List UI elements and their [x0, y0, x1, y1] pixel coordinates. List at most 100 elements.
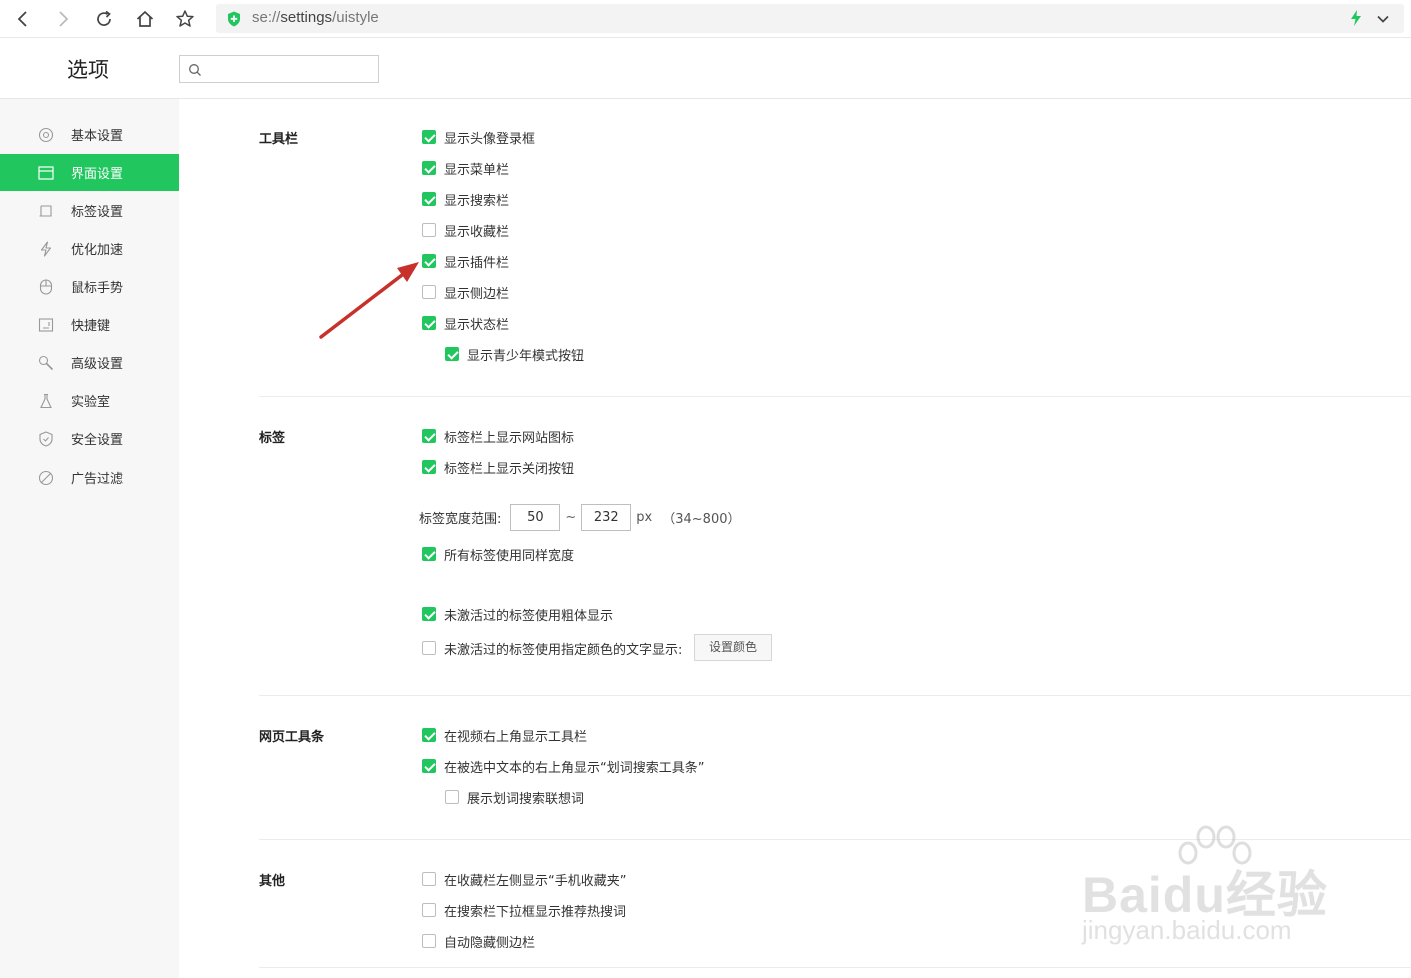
option-video-toolbar[interactable]: 在视频右上角显示工具栏 [422, 726, 588, 745]
checkbox[interactable] [422, 130, 436, 144]
checkbox[interactable] [422, 641, 436, 655]
browser-toolbar: se://settings/uistyle [0, 0, 1411, 38]
sidebar-item-label: 高级设置 [71, 357, 124, 372]
option-mobile-favorites[interactable]: 在收藏栏左侧显示“手机收藏夹” [422, 870, 627, 889]
option-tab-show-favicon[interactable]: 标签栏上显示网站图标 [422, 427, 575, 446]
option-hot-search-suggestions[interactable]: 在搜索栏下拉框显示推荐热搜词 [422, 901, 626, 920]
sidebar-item-label: 实验室 [71, 395, 111, 410]
search-input[interactable] [206, 59, 374, 79]
sidebar-item-shortcuts[interactable]: 快捷键 [0, 306, 179, 343]
option-auto-hide-sidebar[interactable]: 自动隐藏侧边栏 [422, 932, 536, 951]
option-label: 展示划词搜索联想词 [467, 791, 585, 807]
section-divider [259, 967, 1411, 968]
settings-sidebar: 基本设置 界面设置 标签设置 优化加速 鼠标手势 快捷键 高级设置 实验室 安全… [0, 99, 179, 978]
forward-icon [59, 11, 69, 27]
checkbox[interactable] [422, 872, 436, 886]
option-tab-inactive-bold[interactable]: 未激活过的标签使用粗体显示 [422, 605, 613, 624]
checkbox[interactable] [422, 903, 436, 917]
speed-bolt-icon[interactable] [1350, 10, 1362, 30]
back-button[interactable] [9, 5, 37, 33]
checkbox[interactable] [422, 547, 436, 561]
checkbox[interactable] [422, 607, 436, 621]
url-text: se://settings/uistyle [252, 9, 379, 26]
option-show-sidebar[interactable]: 显示侧边栏 [422, 283, 510, 302]
option-show-teen-mode-button[interactable]: 显示青少年模式按钮 [445, 345, 584, 364]
checkbox[interactable] [422, 728, 436, 742]
bookmark-star-button[interactable] [171, 5, 199, 33]
gear-icon [38, 127, 54, 143]
sidebar-item-tabs[interactable]: 标签设置 [0, 192, 179, 229]
sidebar-item-mouse[interactable]: 鼠标手势 [0, 268, 179, 305]
home-icon [136, 10, 154, 27]
option-show-favorites-bar[interactable]: 显示收藏栏 [422, 221, 509, 240]
wrench-icon [38, 355, 54, 371]
option-label: 显示插件栏 [444, 255, 510, 271]
section-divider [259, 839, 1411, 840]
option-label: 所有标签使用同样宽度 [444, 548, 575, 564]
option-label: 显示侧边栏 [444, 286, 510, 302]
option-label: 标签栏上显示网站图标 [444, 430, 575, 446]
option-selection-search-toolbar[interactable]: 在被选中文本的右上角显示“划词搜索工具条” [422, 757, 704, 776]
tab-width-min-input[interactable]: 50 [510, 503, 561, 531]
option-label: 未激活过的标签使用指定颜色的文字显示: [444, 642, 683, 658]
option-label: 显示搜索栏 [444, 193, 510, 209]
sidebar-item-label: 基本设置 [71, 129, 124, 144]
tab-width-range-row: 标签宽度范围: 50 ~ 232 px （34~800） [419, 503, 741, 531]
sidebar-item-basic[interactable]: 基本设置 [0, 116, 179, 153]
sidebar-item-security[interactable]: 安全设置 [0, 420, 179, 457]
checkbox[interactable] [422, 934, 436, 948]
home-button[interactable] [131, 5, 159, 33]
section-title-webbar: 网页工具条 [259, 730, 325, 745]
option-show-plugin-bar[interactable]: 显示插件栏 [422, 252, 510, 271]
set-color-button[interactable]: 设置颜色 [694, 634, 772, 661]
sidebar-item-label: 界面设置 [71, 167, 124, 182]
sidebar-item-ui[interactable]: 界面设置 [0, 154, 179, 191]
mouse-icon [39, 279, 53, 295]
checkbox[interactable] [422, 161, 436, 175]
option-label: 标签栏上显示关闭按钮 [444, 461, 575, 477]
option-show-searchbar[interactable]: 显示搜索栏 [422, 190, 510, 209]
tab-width-unit: px [636, 509, 653, 525]
forward-button[interactable] [49, 5, 77, 33]
chevron-down-icon[interactable] [1376, 11, 1390, 30]
option-tab-show-close[interactable]: 标签栏上显示关闭按钮 [422, 458, 575, 477]
option-tab-inactive-color[interactable]: 未激活过的标签使用指定颜色的文字显示: [422, 639, 683, 658]
option-label: 在收藏栏左侧显示“手机收藏夹” [444, 873, 627, 889]
section-divider [259, 695, 1411, 696]
checkbox[interactable] [422, 759, 436, 773]
tab-icon [39, 205, 52, 217]
tab-width-max-input[interactable]: 232 [581, 503, 632, 531]
checkbox[interactable] [422, 429, 436, 443]
section-title-tabs: 标签 [259, 431, 286, 446]
address-bar[interactable]: se://settings/uistyle [216, 4, 1404, 33]
option-show-statusbar[interactable]: 显示状态栏 [422, 314, 509, 333]
checkbox[interactable] [422, 223, 436, 237]
checkbox[interactable] [445, 347, 459, 361]
option-label: 显示头像登录框 [444, 131, 536, 147]
sidebar-item-speed[interactable]: 优化加速 [0, 230, 179, 267]
checkbox[interactable] [422, 316, 436, 330]
sidebar-item-label: 广告过滤 [71, 472, 124, 487]
checkbox[interactable] [422, 254, 436, 268]
checkbox[interactable] [422, 460, 436, 474]
settings-search-box[interactable] [179, 55, 379, 83]
sidebar-item-label: 快捷键 [71, 319, 111, 334]
url-scheme: se:// [252, 9, 281, 26]
sidebar-item-lab[interactable]: 实验室 [0, 382, 179, 419]
checkbox[interactable] [422, 192, 436, 206]
tab-width-label: 标签宽度范围: [419, 511, 502, 527]
option-label: 自动隐藏侧边栏 [444, 935, 536, 951]
checkbox[interactable] [422, 285, 436, 299]
option-show-avatar-login[interactable]: 显示头像登录框 [422, 128, 536, 147]
option-tab-same-width[interactable]: 所有标签使用同样宽度 [422, 545, 575, 564]
option-selection-suggestions[interactable]: 展示划词搜索联想词 [445, 788, 585, 807]
tab-width-separator: ~ [565, 509, 577, 525]
reload-button[interactable] [90, 5, 118, 33]
section-title-toolbar: 工具栏 [259, 132, 299, 147]
sidebar-item-adblock[interactable]: 广告过滤 [0, 459, 179, 496]
option-show-menubar[interactable]: 显示菜单栏 [422, 159, 509, 178]
checkbox[interactable] [445, 790, 459, 804]
sidebar-item-advanced[interactable]: 高级设置 [0, 344, 179, 381]
option-label: 在视频右上角显示工具栏 [444, 729, 588, 745]
shield-icon [39, 431, 53, 447]
